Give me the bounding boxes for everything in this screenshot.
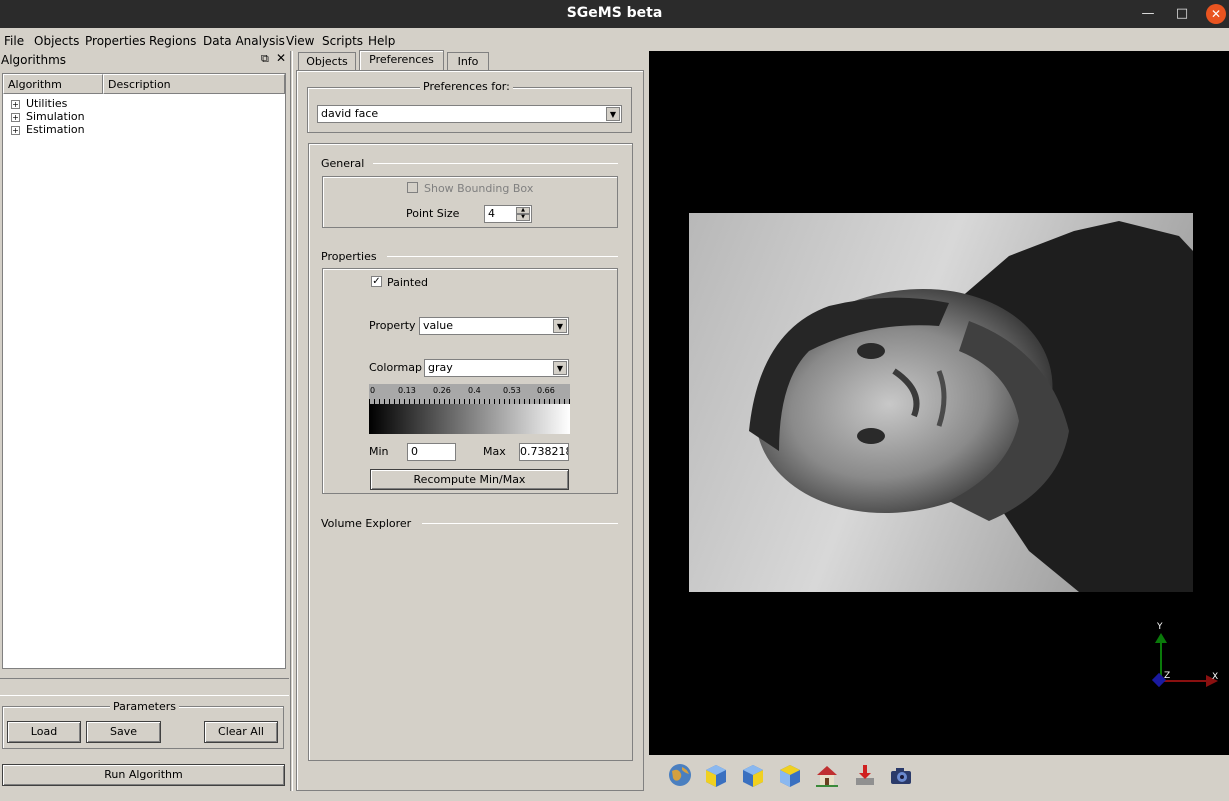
spin-up-icon[interactable]: ▲ [516, 207, 530, 214]
chevron-down-icon[interactable]: ▼ [606, 107, 620, 121]
tree-item-simulation[interactable]: + Simulation [11, 110, 85, 123]
point-size-label: Point Size [406, 207, 460, 220]
cube-blue-icon[interactable] [740, 762, 766, 788]
tree-item-estimation[interactable]: + Estimation [11, 123, 85, 136]
window-title: SGeMS beta [566, 5, 663, 21]
cube-blue-alt-icon[interactable] [777, 762, 803, 788]
object-select[interactable]: david face ▼ [317, 105, 622, 123]
point-size-spinbox[interactable]: 4 ▲ ▼ [484, 205, 532, 223]
menu-view[interactable]: View [286, 34, 314, 48]
general-divider [373, 163, 618, 164]
float-panel-icon[interactable]: ⧉ [261, 52, 269, 66]
viewport-canvas [689, 213, 1193, 592]
tree-item-utilities[interactable]: + Utilities [11, 97, 67, 110]
colormap-label: Colormap [369, 361, 422, 374]
painted-label: Painted [387, 276, 428, 289]
tab-preferences[interactable]: Preferences [359, 50, 444, 71]
recompute-button[interactable]: Recompute Min/Max [370, 469, 569, 490]
face-image [689, 213, 1193, 592]
menu-regions[interactable]: Regions [149, 34, 196, 48]
menu-scripts[interactable]: Scripts [322, 34, 363, 48]
object-select-value: david face [321, 107, 379, 120]
expand-icon[interactable]: + [11, 100, 20, 109]
property-select[interactable]: value ▼ [419, 317, 569, 335]
clear-all-button[interactable]: Clear All [204, 721, 278, 743]
axis-x-label: X [1212, 672, 1219, 682]
colormap-tick-label: 0.53 [503, 386, 521, 395]
max-input[interactable]: 0.738218 [519, 443, 569, 461]
chevron-down-icon[interactable]: ▼ [553, 361, 567, 375]
axis-y-label: Y [1157, 622, 1163, 632]
properties-divider [387, 256, 618, 257]
menu-help[interactable]: Help [368, 34, 395, 48]
menu-bar: File Objects Properties Regions Data Ana… [0, 31, 1229, 51]
window-titlebar: SGeMS beta — □ ✕ [0, 0, 1229, 28]
download-icon[interactable] [852, 762, 878, 788]
parameters-label: Parameters [110, 700, 179, 713]
spin-down-icon[interactable]: ▼ [516, 214, 530, 221]
property-select-value: value [423, 319, 454, 332]
load-button[interactable]: Load [7, 721, 81, 743]
close-icon[interactable]: ✕ [1206, 4, 1226, 24]
colormap-tick-label: 0.66 [537, 386, 555, 395]
tab-info[interactable]: Info [447, 52, 489, 70]
properties-box [322, 268, 618, 494]
general-section-title: General [321, 157, 365, 170]
3d-viewport[interactable]: Y X Z [649, 51, 1229, 755]
maximize-icon[interactable]: □ [1172, 4, 1192, 24]
colormap-select-value: gray [428, 361, 453, 374]
splitter[interactable] [0, 678, 289, 696]
colormap-gradient [369, 404, 570, 434]
colormap-tick-label: 0.13 [398, 386, 416, 395]
minimize-icon[interactable]: — [1138, 4, 1158, 24]
min-label: Min [369, 445, 389, 458]
column-header-description[interactable]: Description [103, 74, 285, 94]
menu-objects[interactable]: Objects [34, 34, 79, 48]
volume-explorer-divider [422, 523, 618, 524]
axis-y-arrow-icon [1155, 633, 1167, 643]
close-panel-icon[interactable]: ✕ [276, 51, 286, 65]
column-header-algorithm[interactable]: Algorithm [3, 74, 103, 94]
colormap-scale: 0 0.13 0.26 0.4 0.53 0.66 [369, 384, 570, 404]
house-icon[interactable] [814, 762, 840, 788]
menu-file[interactable]: File [4, 34, 24, 48]
bounding-box-label: Show Bounding Box [424, 182, 534, 195]
algorithm-tree[interactable]: Algorithm Description + Utilities + Simula… [2, 73, 286, 669]
panel-divider[interactable] [290, 51, 293, 791]
globe-icon[interactable] [667, 762, 693, 788]
colormap-select[interactable]: gray ▼ [424, 359, 569, 377]
tab-objects[interactable]: Objects [298, 52, 356, 70]
tree-item-label: Utilities [26, 97, 68, 110]
tree-item-label: Estimation [26, 123, 85, 136]
tree-item-label: Simulation [26, 110, 85, 123]
axis-z-label: Z [1164, 671, 1171, 681]
expand-icon[interactable]: + [11, 126, 20, 135]
property-label: Property [369, 319, 416, 332]
bounding-box-checkbox[interactable] [407, 182, 418, 193]
camera-icon[interactable] [888, 762, 914, 788]
max-label: Max [483, 445, 506, 458]
run-algorithm-button[interactable]: Run Algorithm [2, 764, 285, 786]
menu-properties[interactable]: Properties [85, 34, 146, 48]
cube-yellow-icon[interactable] [703, 762, 729, 788]
volume-explorer-title: Volume Explorer [321, 517, 412, 530]
properties-section-title: Properties [321, 250, 377, 263]
point-size-value: 4 [488, 207, 495, 220]
colormap-tick-label: 0 [370, 386, 376, 395]
min-input[interactable]: 0 [407, 443, 456, 461]
menu-data-analysis[interactable]: Data Analysis [203, 34, 285, 48]
algorithms-panel-title: Algorithms [1, 53, 67, 67]
preferences-for-label: Preferences for: [420, 80, 513, 93]
colormap-tick-label: 0.26 [433, 386, 451, 395]
save-button[interactable]: Save [86, 721, 161, 743]
colormap-tick-label: 0.4 [468, 386, 481, 395]
painted-checkbox[interactable]: ✓ [371, 276, 382, 287]
expand-icon[interactable]: + [11, 113, 20, 122]
chevron-down-icon[interactable]: ▼ [553, 319, 567, 333]
